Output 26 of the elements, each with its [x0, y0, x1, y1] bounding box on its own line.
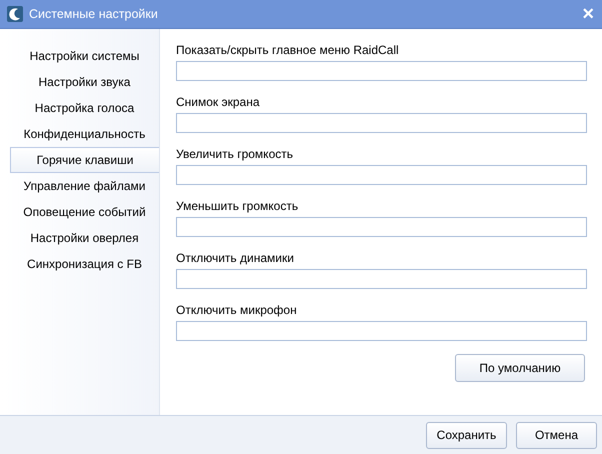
save-button[interactable]: Сохранить [426, 422, 507, 448]
field-label: Снимок экрана [176, 94, 261, 111]
sidebar-item[interactable]: Управление файлами [10, 173, 159, 199]
sidebar-item[interactable]: Настройка голоса [10, 95, 159, 121]
field-label: Увеличить громкость [176, 146, 294, 163]
hotkey-field[interactable] [176, 165, 587, 185]
hotkey-field[interactable] [176, 321, 587, 341]
app-logo-icon [7, 6, 23, 22]
sidebar-item[interactable]: Настройки оверлея [10, 225, 159, 251]
sidebar-item[interactable]: Настройки звука [10, 69, 159, 95]
field-label: Уменьшить громкость [176, 198, 300, 215]
sidebar-item[interactable]: Настройки системы [10, 43, 159, 69]
sidebar-item[interactable]: Оповещение событий [10, 199, 159, 225]
default-button[interactable]: По умолчанию [455, 354, 585, 382]
hotkey-field[interactable] [176, 217, 587, 237]
hotkey-field[interactable] [176, 269, 587, 289]
hotkey-field[interactable] [176, 61, 587, 81]
hotkey-field[interactable] [176, 113, 587, 133]
field-label: Отключить динамики [176, 250, 295, 267]
cancel-button[interactable]: Отмена [516, 422, 597, 448]
sidebar-item[interactable]: Конфиденциальность [10, 121, 159, 147]
sidebar-item[interactable]: Горячие клавиши [10, 147, 159, 173]
field-label: Показать/скрыть главное меню RaidCall [176, 42, 400, 59]
window-title: Системные настройки [29, 7, 159, 21]
sidebar-item[interactable]: Синхронизация с FB [10, 251, 159, 277]
field-label: Отключить микрофон [176, 302, 298, 319]
